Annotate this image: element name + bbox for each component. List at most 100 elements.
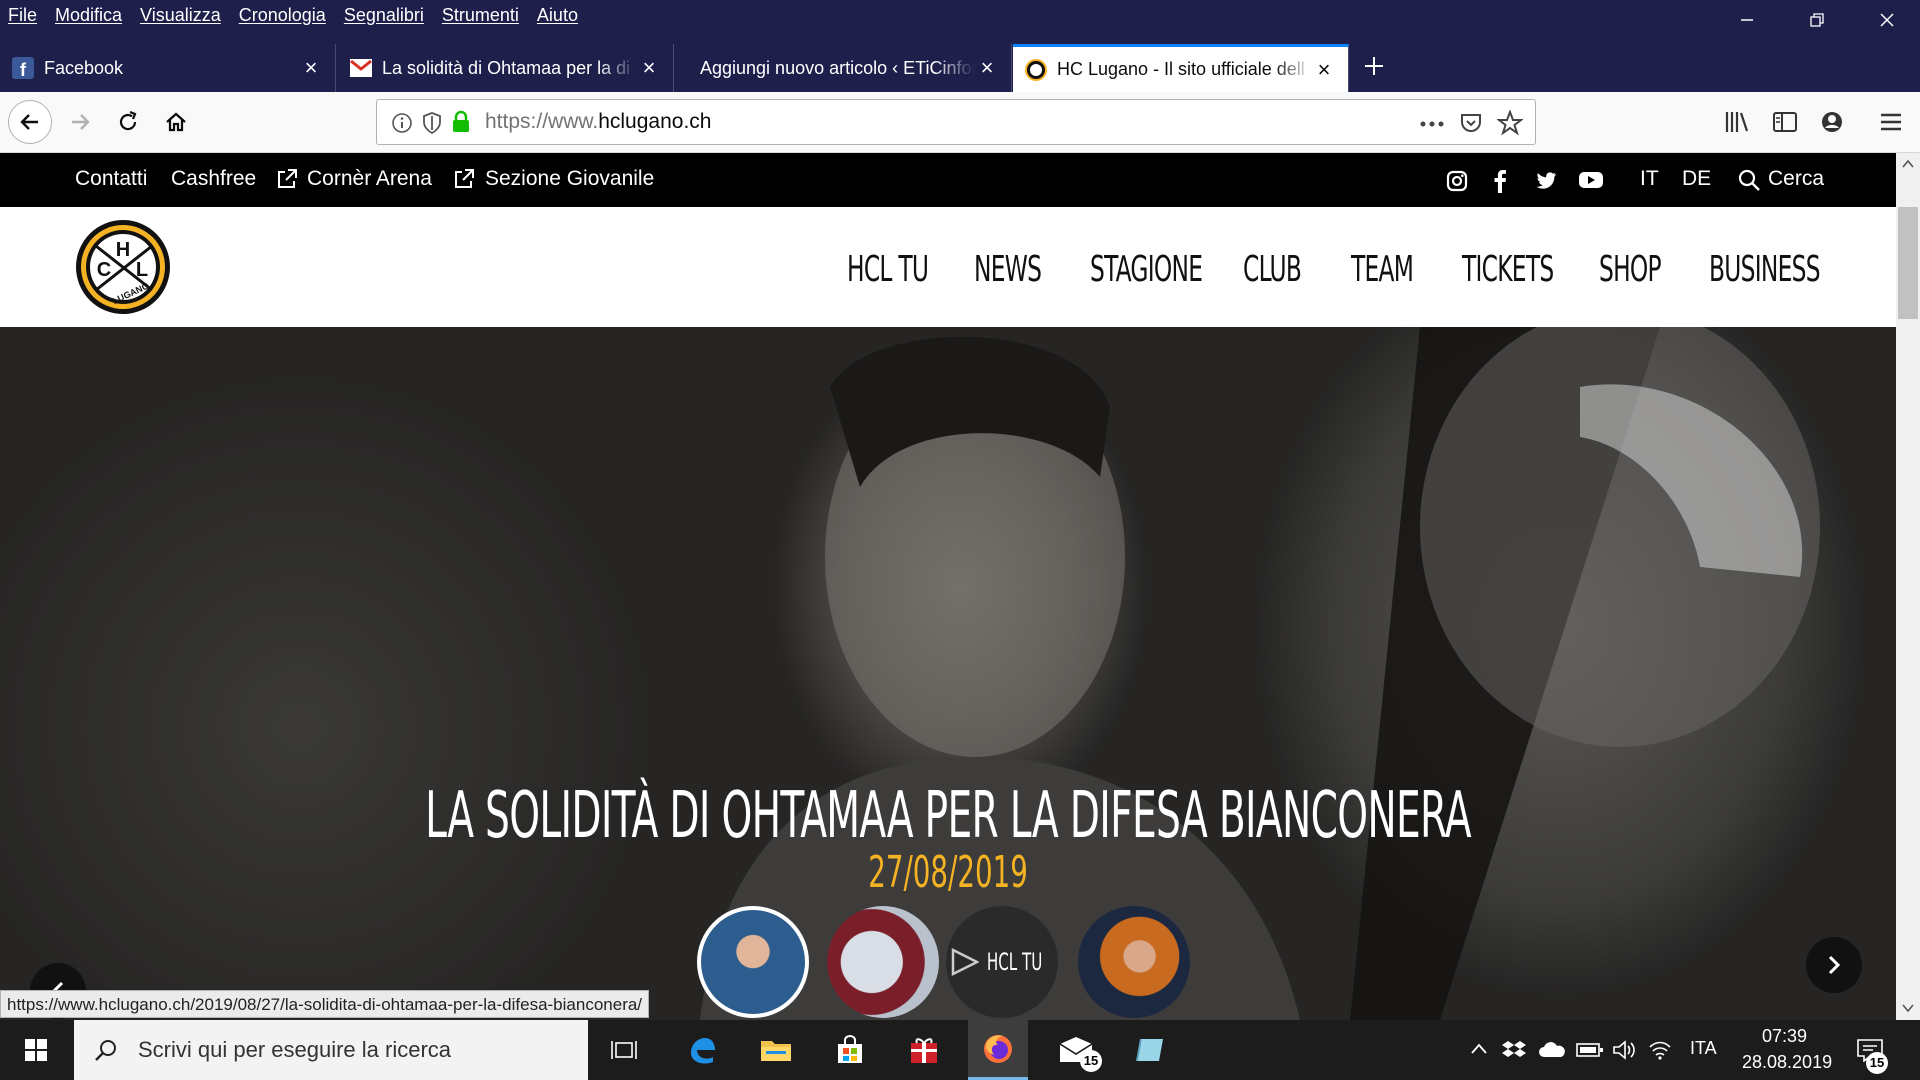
external-link-icon	[278, 169, 297, 188]
link-corner-arena[interactable]: Cornèr Arena	[307, 167, 432, 191]
minimize-icon	[1741, 19, 1753, 21]
slider-thumb-hcltu[interactable]: HCL TU	[946, 906, 1058, 1018]
tab-strip: f Facebook × La solidità di Ohtamaa per …	[0, 44, 1920, 92]
chevron-up-icon[interactable]	[1470, 1042, 1488, 1056]
twitter-icon[interactable]	[1535, 171, 1557, 191]
folder-icon	[761, 1041, 791, 1061]
taskbar-file-explorer[interactable]	[746, 1020, 806, 1080]
lang-de[interactable]: DE	[1682, 167, 1711, 191]
thumb-label: HCL TU	[987, 948, 1043, 976]
task-view-button[interactable]	[594, 1020, 654, 1080]
lock-icon[interactable]	[451, 110, 471, 134]
tab-hclugano[interactable]: HC Lugano - Il sito ufficiale dell ×	[1013, 44, 1349, 92]
taskbar-firefox[interactable]	[968, 1020, 1028, 1080]
forward-button[interactable]	[58, 100, 102, 144]
hc-lugano-logo[interactable]: H C L LUGANO	[74, 218, 172, 316]
chevron-right-icon	[1828, 955, 1841, 975]
gift-icon	[911, 1038, 937, 1063]
tab-eticinfo[interactable]: Aggiungi nuovo articolo ‹ ETiCinfor ×	[676, 44, 1012, 92]
nav-shop[interactable]: SHOP	[1599, 249, 1662, 290]
dropbox-icon[interactable]	[1502, 1040, 1526, 1060]
menu-modifica[interactable]: Modifica	[55, 5, 122, 26]
home-button[interactable]	[154, 100, 198, 144]
nav-hcl-tu[interactable]: HCL TU	[847, 249, 929, 290]
link-sezione-giovanile[interactable]: Sezione Giovanile	[485, 167, 654, 191]
menu-segnalibri[interactable]: Segnalibri	[344, 5, 424, 26]
battery-icon[interactable]	[1576, 1042, 1604, 1058]
link-contatti[interactable]: Contatti	[75, 167, 147, 191]
wifi-icon[interactable]	[1648, 1039, 1672, 1061]
restore-icon	[1810, 13, 1824, 27]
clock-date[interactable]: 28.08.2019	[1742, 1052, 1832, 1073]
svg-text:f: f	[20, 60, 27, 79]
scrollbar-thumb[interactable]	[1898, 207, 1918, 319]
slider-thumb-4[interactable]	[1078, 906, 1190, 1018]
slider-thumb-2[interactable]	[827, 906, 939, 1018]
logo-letter-l: L	[136, 259, 148, 281]
scroll-up-icon[interactable]	[1902, 159, 1914, 169]
back-button[interactable]	[8, 100, 52, 144]
new-tab-button[interactable]	[1358, 52, 1390, 84]
info-icon[interactable]	[391, 112, 413, 134]
youtube-icon[interactable]	[1578, 171, 1604, 189]
menu-strumenti[interactable]: Strumenti	[442, 5, 519, 26]
pocket-icon[interactable]	[1459, 111, 1483, 135]
nav-club[interactable]: CLUB	[1243, 249, 1302, 290]
instagram-icon[interactable]	[1446, 170, 1468, 192]
nav-tickets[interactable]: TICKETS	[1462, 249, 1554, 290]
volume-icon[interactable]	[1612, 1039, 1636, 1061]
clock-time[interactable]: 07:39	[1762, 1026, 1807, 1047]
tab-close-button[interactable]: ×	[637, 57, 661, 79]
tab-facebook[interactable]: f Facebook ×	[0, 44, 336, 92]
taskbar-mail[interactable]: 15	[1046, 1020, 1106, 1080]
nav-news[interactable]: NEWS	[974, 249, 1042, 290]
slider-next-button[interactable]	[1806, 937, 1862, 993]
gmail-icon	[350, 59, 372, 77]
taskbar-search-box[interactable]: Scrivi qui per eseguire la ricerca	[74, 1020, 588, 1080]
slider-thumb-1[interactable]	[697, 906, 809, 1018]
lang-it[interactable]: IT	[1640, 167, 1659, 191]
close-window-button[interactable]	[1852, 0, 1920, 40]
minimize-button[interactable]	[1712, 0, 1782, 40]
taskbar-sticky-app[interactable]	[1120, 1020, 1180, 1080]
hamburger-menu-icon[interactable]	[1880, 112, 1902, 132]
page-scrollbar[interactable]	[1896, 153, 1920, 1020]
hcl-icon	[1025, 58, 1047, 81]
menu-file[interactable]: File	[8, 5, 37, 26]
link-cashfree[interactable]: Cashfree	[171, 167, 256, 191]
start-button[interactable]	[6, 1020, 66, 1080]
reload-button[interactable]	[106, 100, 150, 144]
library-icon[interactable]	[1724, 110, 1750, 134]
taskbar-store[interactable]	[820, 1020, 880, 1080]
star-icon[interactable]	[1497, 110, 1523, 136]
nav-stagione[interactable]: STAGIONE	[1090, 249, 1203, 290]
tab-close-button[interactable]: ×	[1312, 58, 1336, 81]
taskbar-edge[interactable]	[672, 1020, 732, 1080]
menu-aiuto[interactable]: Aiuto	[537, 5, 578, 26]
hero-title[interactable]: LA SOLIDITÀ DI OHTAMAA PER LA DIFESA BIA…	[0, 779, 1896, 853]
scroll-down-icon[interactable]	[1902, 1003, 1914, 1013]
tab-gmail[interactable]: La solidità di Ohtamaa per la di ×	[338, 44, 674, 92]
onedrive-icon[interactable]	[1538, 1042, 1566, 1058]
url-bar[interactable]: https://www.hclugano.ch	[376, 99, 1536, 145]
sidebar-icon[interactable]	[1772, 110, 1798, 134]
shield-icon[interactable]	[421, 111, 443, 135]
more-actions-icon[interactable]	[1419, 120, 1445, 128]
note-icon	[1136, 1038, 1163, 1062]
tab-close-button[interactable]: ×	[975, 57, 999, 79]
language-indicator[interactable]: ITA	[1690, 1038, 1717, 1059]
search-icon[interactable]	[1738, 169, 1760, 191]
taskbar-gift-app[interactable]	[894, 1020, 954, 1080]
account-icon[interactable]	[1820, 110, 1844, 134]
menu-cronologia[interactable]: Cronologia	[239, 5, 326, 26]
hero-date: 27/08/2019	[868, 847, 1028, 898]
tab-close-button[interactable]: ×	[299, 57, 323, 79]
restore-button[interactable]	[1782, 0, 1852, 40]
url-text[interactable]: https://www.hclugano.ch	[485, 110, 711, 134]
search-link[interactable]: Cerca	[1768, 167, 1824, 191]
nav-team[interactable]: TEAM	[1351, 249, 1414, 290]
facebook-icon[interactable]	[1493, 169, 1507, 193]
arrow-left-icon	[20, 114, 38, 130]
menu-visualizza[interactable]: Visualizza	[140, 5, 221, 26]
nav-business[interactable]: BUSINESS	[1709, 249, 1820, 290]
